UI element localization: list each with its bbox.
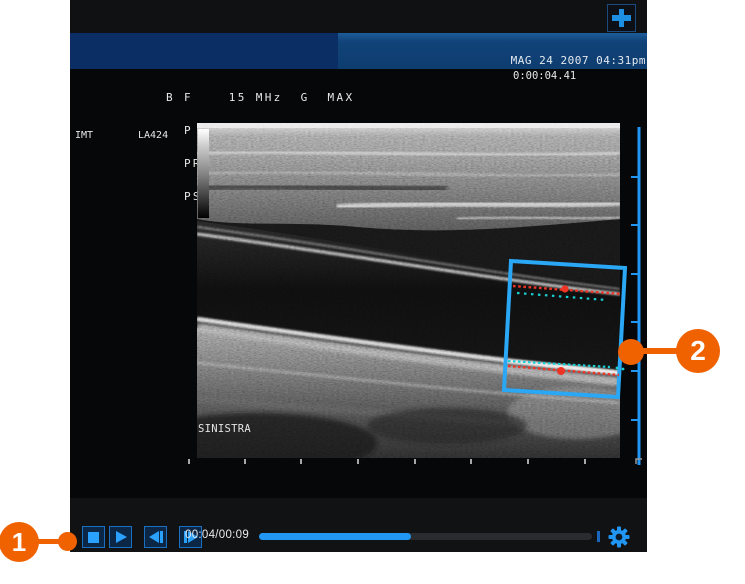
mode-label: IMT: [75, 130, 93, 141]
param-line: B F 15 MHz G MAX: [166, 92, 354, 103]
ultrasound-viewer-window: MAG 24 2007 04:31pm 0:00:04.41 B F 15 MH…: [70, 0, 647, 552]
step-back-icon: [149, 531, 163, 543]
clip-timestamp: 0:00:04.41: [513, 70, 576, 82]
fullscreen-button[interactable]: [607, 4, 636, 32]
grayscale-reference-bar: [198, 129, 209, 218]
expand-corner-icon: [619, 15, 631, 27]
seek-bar[interactable]: [259, 533, 592, 540]
callout-2-dot: [618, 339, 644, 365]
callout-1-dot: [58, 532, 77, 551]
speckle-noise: [197, 123, 620, 458]
gear-icon: [608, 526, 630, 548]
side-label: SINISTRA: [198, 423, 251, 435]
settings-button[interactable]: [608, 526, 630, 548]
play-icon: [116, 531, 127, 543]
progress-fill: [259, 533, 411, 540]
stop-button[interactable]: [82, 526, 105, 548]
playback-control-bar: 00:04/00:09: [70, 498, 647, 552]
depth-scale: [631, 127, 639, 465]
title-bar: MAG 24 2007 04:31pm: [70, 33, 647, 69]
page: MAG 24 2007 04:31pm 0:00:04.41 B F 15 MH…: [0, 0, 745, 584]
callout-2-connector: [640, 348, 680, 354]
play-button[interactable]: [109, 526, 132, 548]
title-bar-left-segment: [70, 33, 338, 69]
seek-bar-end-marker: [597, 531, 600, 542]
window-top-strip: [70, 0, 647, 33]
stop-icon: [88, 532, 99, 543]
exam-datetime: MAG 24 2007 04:31pm: [511, 54, 646, 67]
ultrasound-image[interactable]: SINISTRA: [197, 123, 620, 458]
callout-1-badge: 1: [0, 522, 39, 562]
time-display: 00:04/00:09: [185, 529, 249, 541]
probe-label: LA424: [138, 130, 168, 141]
callout-2-badge: 2: [676, 329, 720, 373]
scale-corner-mark: [636, 459, 642, 464]
width-scale-ticks: [189, 459, 585, 464]
step-back-button[interactable]: [144, 526, 167, 548]
